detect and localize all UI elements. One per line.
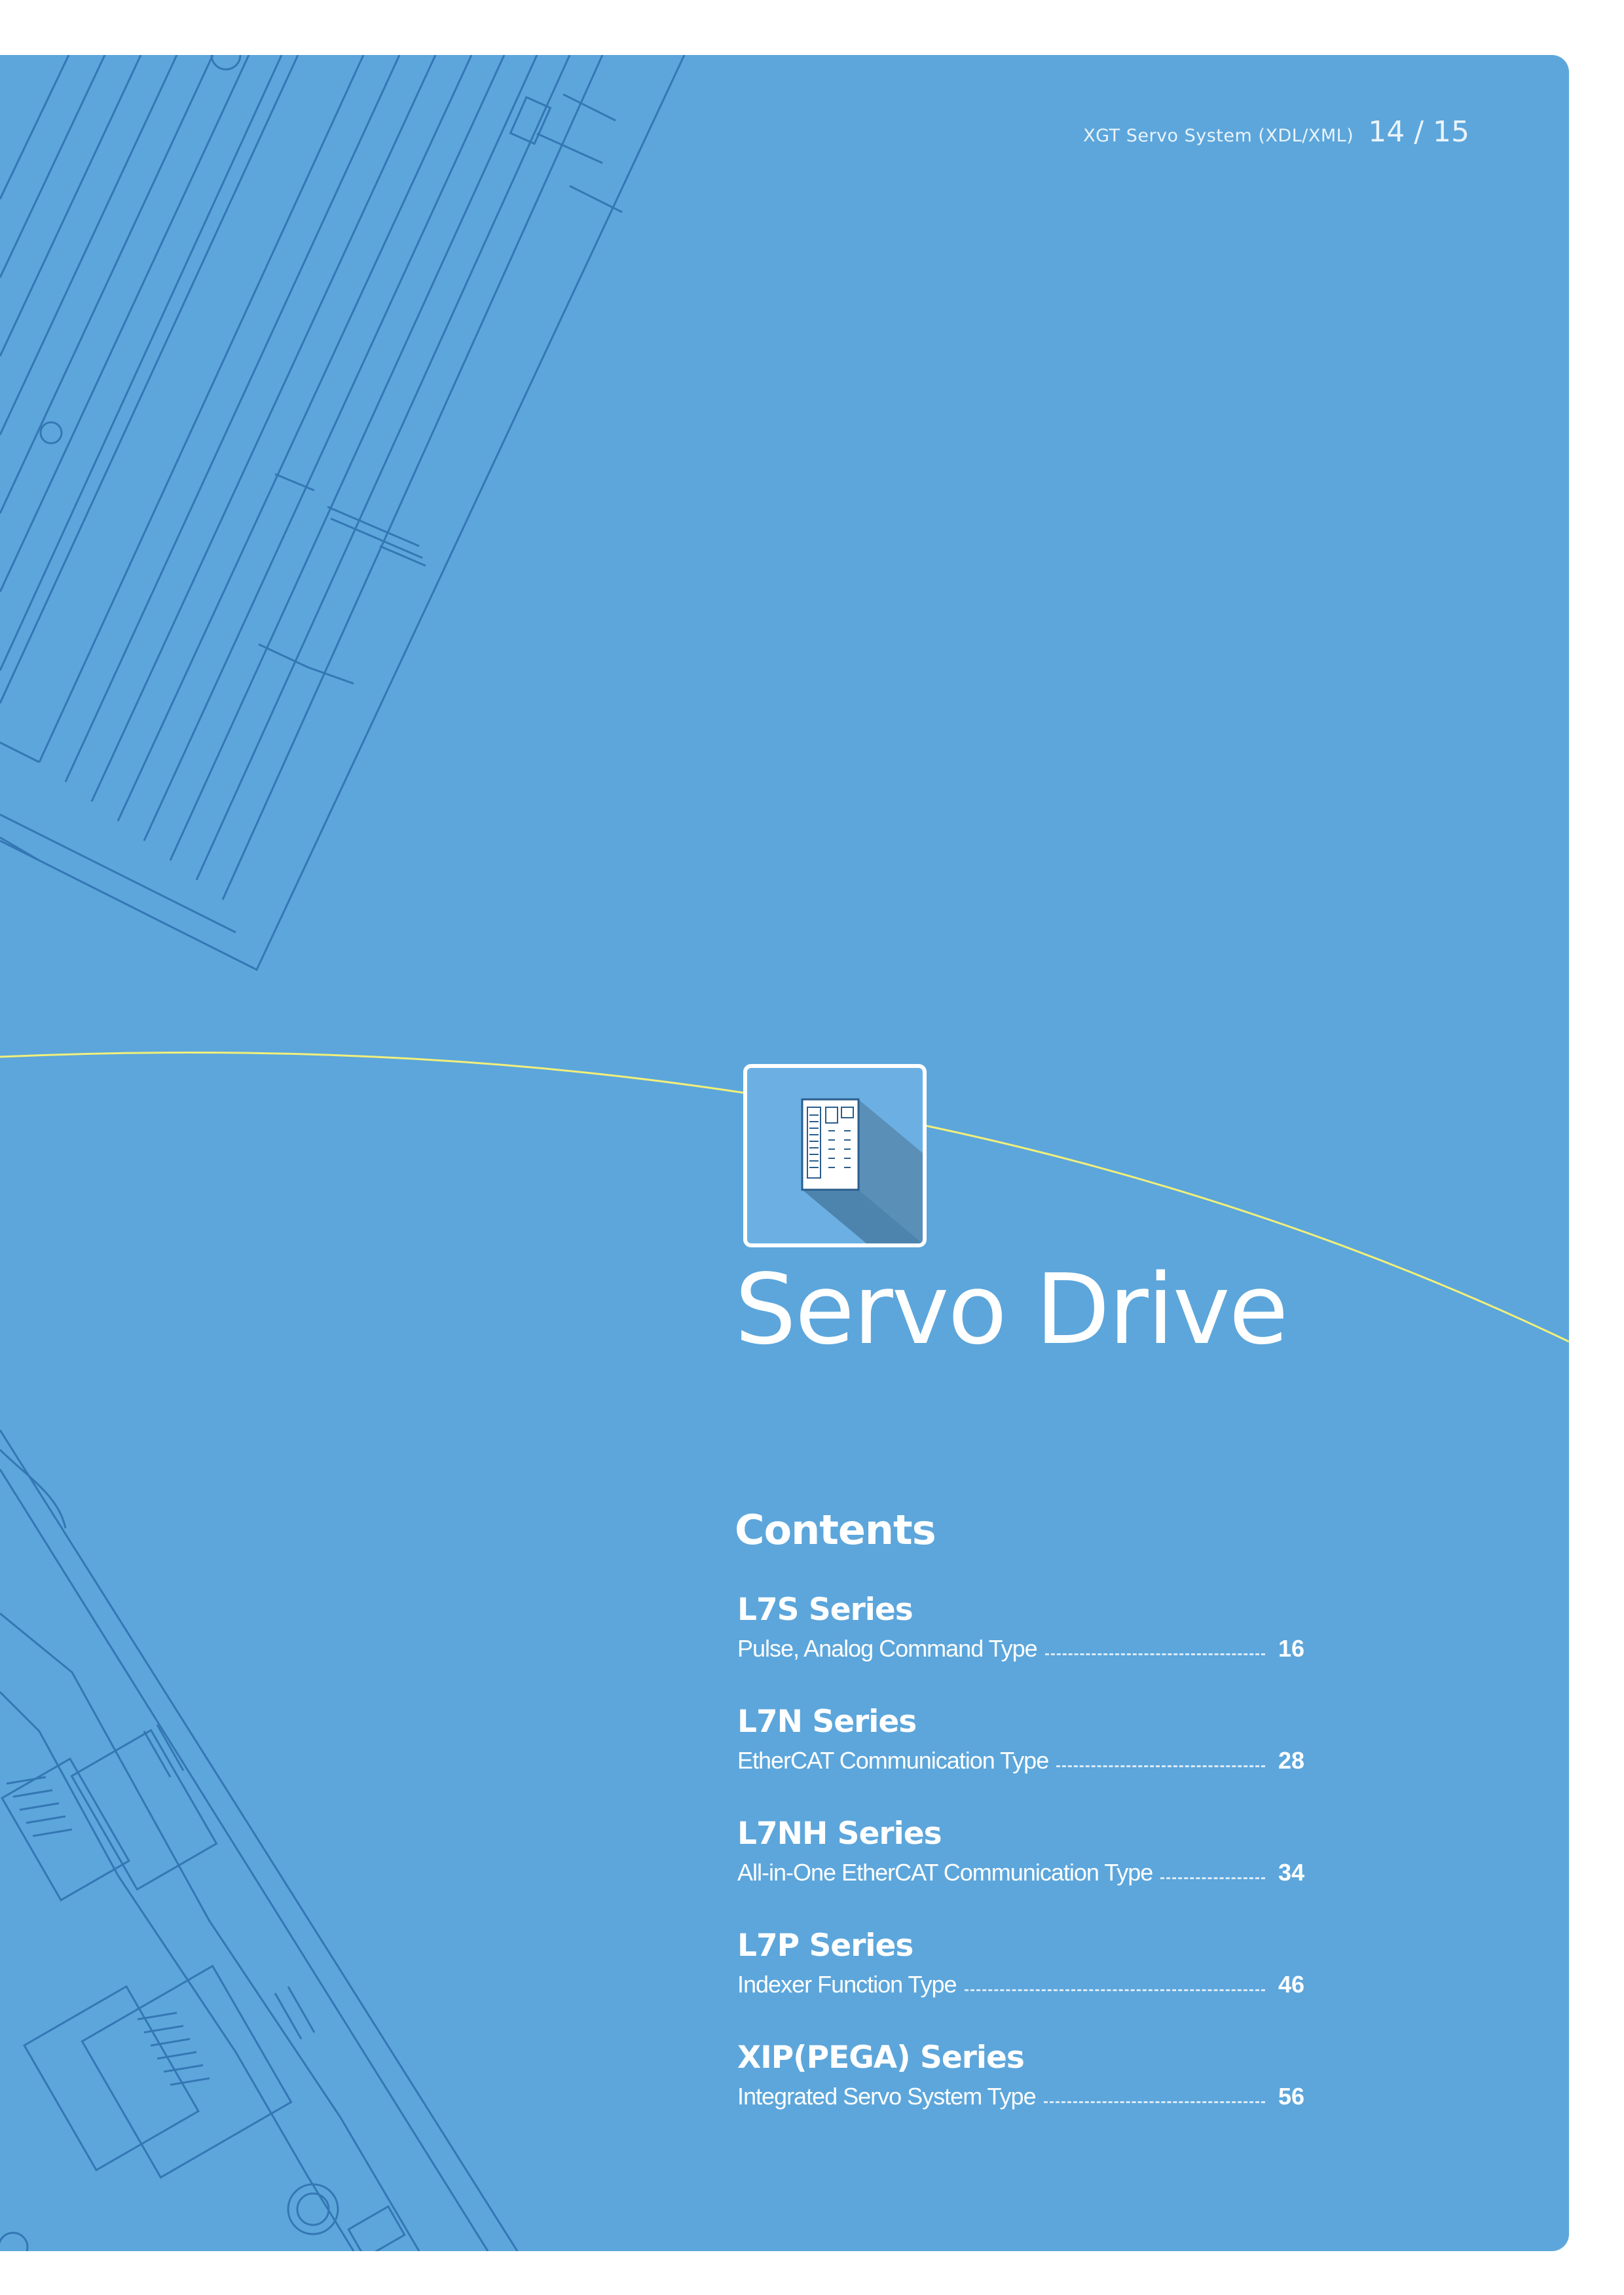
- toc-series-title: L7S Series: [737, 1592, 913, 1628]
- toc-page-number: 28: [1278, 1747, 1304, 1774]
- document-title: XGT Servo System (XDL/XML): [1083, 126, 1354, 146]
- dot-leader: [964, 1989, 1265, 1991]
- servo-drive-icon: [743, 1064, 927, 1247]
- toc-description: Indexer Function Type: [737, 1971, 957, 1998]
- toc-entry-l7nh[interactable]: L7NH Series All-in-One EtherCAT Communic…: [737, 1814, 1304, 1926]
- toc-page-number: 34: [1278, 1859, 1304, 1886]
- toc-page-number: 46: [1278, 1971, 1304, 1998]
- toc-page-number: 16: [1278, 1635, 1304, 1662]
- cover-panel: XGT Servo System (XDL/XML) 14 / 15 Servo…: [0, 55, 1569, 2251]
- toc-description: All-in-One EtherCAT Communication Type: [737, 1859, 1153, 1886]
- contents-heading: Contents: [735, 1506, 936, 1554]
- toc-page-number: 56: [1278, 2083, 1304, 2110]
- page-numbers: 14 / 15: [1368, 115, 1469, 149]
- toc-entry-l7s[interactable]: L7S Series Pulse, Analog Command Type 16: [737, 1590, 1304, 1702]
- toc-series-title: L7N Series: [737, 1704, 917, 1740]
- toc-series-title: L7P Series: [737, 1928, 913, 1964]
- dot-leader: [1043, 2101, 1265, 2103]
- toc-series-title: L7NH Series: [737, 1816, 942, 1852]
- toc-description: Pulse, Analog Command Type: [737, 1635, 1038, 1662]
- toc-description: EtherCAT Communication Type: [737, 1747, 1049, 1774]
- toc-entry-l7p[interactable]: L7P Series Indexer Function Type 46: [737, 1926, 1304, 2038]
- dot-leader: [1160, 1877, 1265, 1879]
- section-title: Servo Drive: [735, 1253, 1289, 1366]
- table-of-contents: L7S Series Pulse, Analog Command Type 16…: [737, 1590, 1304, 2150]
- toc-entry-l7n[interactable]: L7N Series EtherCAT Communication Type 2…: [737, 1702, 1304, 1814]
- toc-description: Integrated Servo System Type: [737, 2083, 1037, 2110]
- dot-leader: [1044, 1653, 1265, 1655]
- toc-series-title: XIP(PEGA) Series: [737, 2040, 1025, 2076]
- toc-entry-xip[interactable]: XIP(PEGA) Series Integrated Servo System…: [737, 2038, 1304, 2150]
- dot-leader: [1056, 1765, 1265, 1767]
- page-header: XGT Servo System (XDL/XML) 14 / 15: [1083, 115, 1469, 149]
